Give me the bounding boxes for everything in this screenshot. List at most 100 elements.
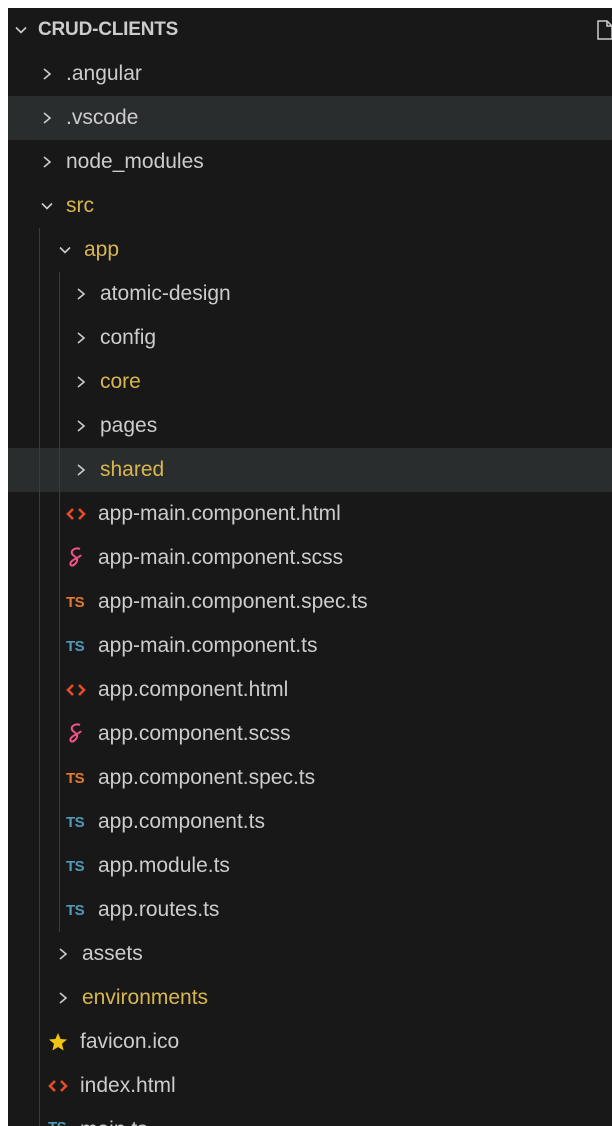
tree-item-label: app-main.component.spec.ts	[98, 590, 368, 613]
tree-item-file-app-component-html[interactable]: app.component.html	[8, 668, 612, 712]
chevron-right-icon[interactable]	[36, 140, 58, 184]
ts-icon-text: TS	[66, 637, 85, 655]
tree-item-folder-core[interactable]: core	[8, 360, 612, 404]
tree-item-label: config	[100, 326, 157, 349]
indent-guide	[39, 624, 40, 668]
indent-guide	[39, 228, 40, 272]
indent-guide	[39, 272, 40, 316]
tree-item-label: app.component.scss	[98, 722, 291, 745]
tree-item-folder-vscode[interactable]: .vscode	[8, 96, 612, 140]
indent-guide	[39, 844, 40, 888]
tree-item-folder-src[interactable]: src	[8, 184, 612, 228]
tree-item-folder-pages[interactable]: pages	[8, 404, 612, 448]
indent-guide	[59, 580, 60, 624]
tree-item-label: .vscode	[66, 106, 139, 129]
tree-item-folder-config[interactable]: config	[8, 316, 612, 360]
indent-guide	[59, 316, 60, 360]
chevron-right-icon[interactable]	[52, 932, 74, 976]
indent-guide	[59, 360, 60, 404]
chevron-right-icon[interactable]	[70, 360, 92, 404]
indent-guide	[59, 624, 60, 668]
tree-item-file-app-main-component-scss[interactable]: app-main.component.scss	[8, 536, 612, 580]
tree-item-label: app.module.ts	[98, 854, 230, 877]
tree-item-file-app-routes-ts[interactable]: TS app.routes.ts	[8, 888, 612, 932]
chevron-right-icon[interactable]	[70, 448, 92, 492]
chevron-right-icon[interactable]	[36, 52, 58, 96]
indent-guide	[39, 1064, 40, 1108]
chevron-right-icon[interactable]	[70, 404, 92, 448]
indent-guide	[39, 932, 40, 976]
indent-guide	[59, 888, 60, 932]
tree-item-folder-atomic-design[interactable]: atomic-design	[8, 272, 612, 316]
ts-spec-icon-text: TS	[66, 593, 85, 611]
tree-item-label: app.component.html	[98, 678, 289, 701]
tree-item-file-index-html[interactable]: index.html	[8, 1064, 612, 1108]
tree-item-file-main-ts[interactable]: TS main.ts	[8, 1108, 612, 1126]
indent-guide	[59, 844, 60, 888]
tree-item-label: shared	[100, 458, 165, 481]
tree-item-label: assets	[82, 942, 143, 965]
tree-item-file-app-component-scss[interactable]: app.component.scss	[8, 712, 612, 756]
new-file-icon[interactable]	[596, 20, 612, 40]
tree-item-label: .angular	[66, 62, 142, 85]
ts-icon: TS	[66, 624, 94, 668]
chevron-right-icon[interactable]	[52, 976, 74, 1020]
tree-item-label: app.routes.ts	[98, 898, 220, 921]
indent-guide	[39, 712, 40, 756]
indent-guide	[59, 272, 60, 316]
indent-guide	[59, 492, 60, 536]
tree-item-folder-angular[interactable]: .angular	[8, 52, 612, 96]
chevron-down-icon[interactable]	[36, 184, 58, 228]
tree-item-label: environments	[82, 986, 209, 1009]
ts-icon: TS	[66, 844, 94, 888]
chevron-right-icon[interactable]	[70, 316, 92, 360]
tree-item-file-app-main-component-spec-ts[interactable]: TS app-main.component.spec.ts	[8, 580, 612, 624]
ts-icon-text: TS	[48, 1119, 67, 1126]
tree-item-label: app	[84, 238, 120, 261]
tree-item-label: app-main.component.scss	[98, 546, 344, 569]
tree-item-label: pages	[100, 414, 158, 437]
chevron-right-icon[interactable]	[70, 272, 92, 316]
chevron-down-icon[interactable]	[8, 8, 34, 52]
tree-item-label: app.component.spec.ts	[98, 766, 316, 789]
indent-guide	[59, 668, 60, 712]
chevron-down-icon[interactable]	[54, 228, 76, 272]
tree-item-folder-shared[interactable]: shared	[8, 448, 612, 492]
tree-item-folder-environments[interactable]: environments	[8, 976, 612, 1020]
explorer-root-header[interactable]: CRUD-CLIENTS	[8, 8, 612, 52]
tree-item-label: core	[100, 370, 141, 393]
tree-item-file-app-component-ts[interactable]: TS app.component.ts	[8, 800, 612, 844]
tree-item-label: main.ts	[80, 1108, 148, 1126]
tree-item-file-app-component-spec-ts[interactable]: TS app.component.spec.ts	[8, 756, 612, 800]
tree-item-file-app-main-component-html[interactable]: app-main.component.html	[8, 492, 612, 536]
indent-guide	[39, 404, 40, 448]
explorer-root-label: CRUD-CLIENTS	[38, 19, 179, 40]
indent-guide	[39, 536, 40, 580]
indent-guide	[59, 404, 60, 448]
tree-item-file-app-main-component-ts[interactable]: TS app-main.component.ts	[8, 624, 612, 668]
tree-item-label: atomic-design	[100, 282, 231, 305]
chevron-right-icon[interactable]	[36, 96, 58, 140]
indent-guide	[39, 756, 40, 800]
tree-item-folder-assets[interactable]: assets	[8, 932, 612, 976]
tree-item-label: app-main.component.ts	[98, 634, 318, 657]
tree-item-label: src	[66, 194, 94, 217]
tree-item-folder-node-modules[interactable]: node_modules	[8, 140, 612, 184]
tree-item-label: app-main.component.html	[98, 502, 341, 525]
tree-item-folder-app[interactable]: app	[8, 228, 612, 272]
indent-guide	[39, 492, 40, 536]
indent-guide	[39, 448, 40, 492]
file-explorer: CRUD-CLIENTS .angular .vscode node_modul…	[8, 8, 612, 1126]
indent-guide	[39, 316, 40, 360]
ts-spec-icon: TS	[66, 580, 94, 624]
tree-item-file-favicon-ico[interactable]: favicon.ico	[8, 1020, 612, 1064]
file-tree: .angular .vscode node_modules src app at…	[8, 52, 612, 1126]
tree-item-label: favicon.ico	[80, 1030, 180, 1053]
indent-guide	[59, 448, 60, 492]
ts-icon: TS	[66, 888, 94, 932]
scss-icon	[66, 712, 94, 756]
star-icon	[48, 1020, 76, 1064]
html-icon	[48, 1064, 76, 1108]
tree-item-file-app-module-ts[interactable]: TS app.module.ts	[8, 844, 612, 888]
ts-icon-text: TS	[66, 901, 85, 919]
